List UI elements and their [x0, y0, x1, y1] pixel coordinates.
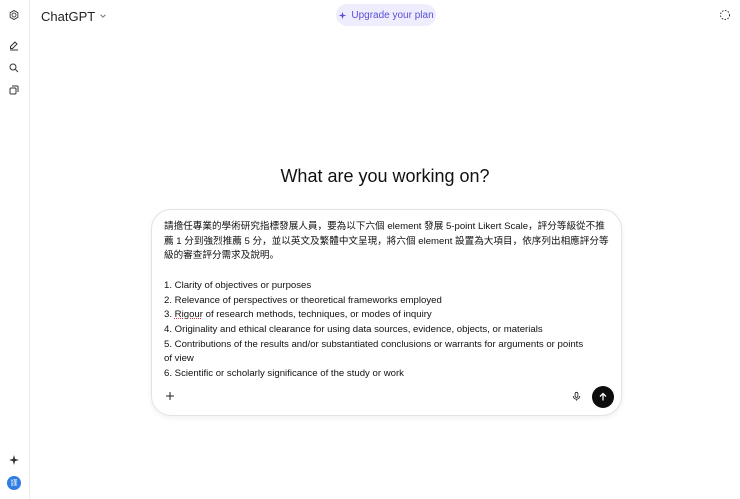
item-text: of research methods, techniques, or mode…: [202, 309, 432, 321]
prompt-line: 薦 1 分到強烈推薦 5 分，並以英文及繁體中文呈現，將六個 element 設…: [164, 235, 609, 247]
page-heading: What are you working on?: [280, 166, 490, 186]
upgrade-plan-button[interactable]: Upgrade your plan: [336, 4, 436, 26]
spellcheck-word: Rigour: [174, 309, 203, 321]
model-name: ChatGPT: [41, 8, 96, 24]
arrow-up-icon: [599, 392, 607, 401]
avatar[interactable]: 謹: [7, 476, 21, 490]
upgrade-label: Upgrade your plan: [351, 9, 434, 21]
prompt-textarea[interactable]: 請擔任專業的學術研究指標發展人員，要為以下六個 element 發展 5-poi…: [164, 220, 610, 382]
plus-icon: [166, 392, 174, 400]
prompt-line: 2. Relevance of perspectives or theoreti…: [164, 294, 442, 306]
prompt-line: 5. Contributions of the results and/or s…: [164, 338, 584, 350]
temporary-chat-icon[interactable]: [717, 7, 733, 23]
prompt-line: 1. Clarity of objectives or purposes: [164, 279, 312, 291]
prompt-line: 4. Originality and ethical clearance for…: [164, 323, 543, 335]
message-composer[interactable]: 請擔任專業的學術研究指標發展人員，要為以下六個 element 發展 5-poi…: [151, 209, 622, 416]
chatgpt-logo-icon[interactable]: [5, 6, 23, 24]
sparkle-icon: [339, 11, 347, 19]
item-number: 3.: [164, 309, 175, 321]
prompt-line: 級的審查評分需求及說明。: [164, 250, 280, 262]
library-icon[interactable]: [5, 81, 23, 99]
new-chat-icon[interactable]: [5, 37, 23, 55]
add-attachment-button[interactable]: [162, 388, 178, 404]
prompt-line: 請擔任專業的學術研究指標發展人員，要為以下六個 element 發展 5-poi…: [164, 221, 605, 232]
dictate-button[interactable]: [569, 389, 583, 403]
model-selector[interactable]: ChatGPT: [41, 7, 107, 25]
chevron-down-icon: [100, 14, 106, 18]
prompt-line: 6. Scientific or scholarly significance …: [164, 368, 404, 380]
sparkle-icon[interactable]: [5, 451, 23, 469]
prompt-line: 3. Rigour of research methods, technique…: [164, 308, 610, 323]
search-icon[interactable]: [5, 59, 23, 77]
send-button[interactable]: [592, 386, 614, 408]
left-rail: 謹: [0, 0, 30, 499]
microphone-icon: [572, 391, 580, 401]
prompt-line: of view: [164, 353, 194, 365]
